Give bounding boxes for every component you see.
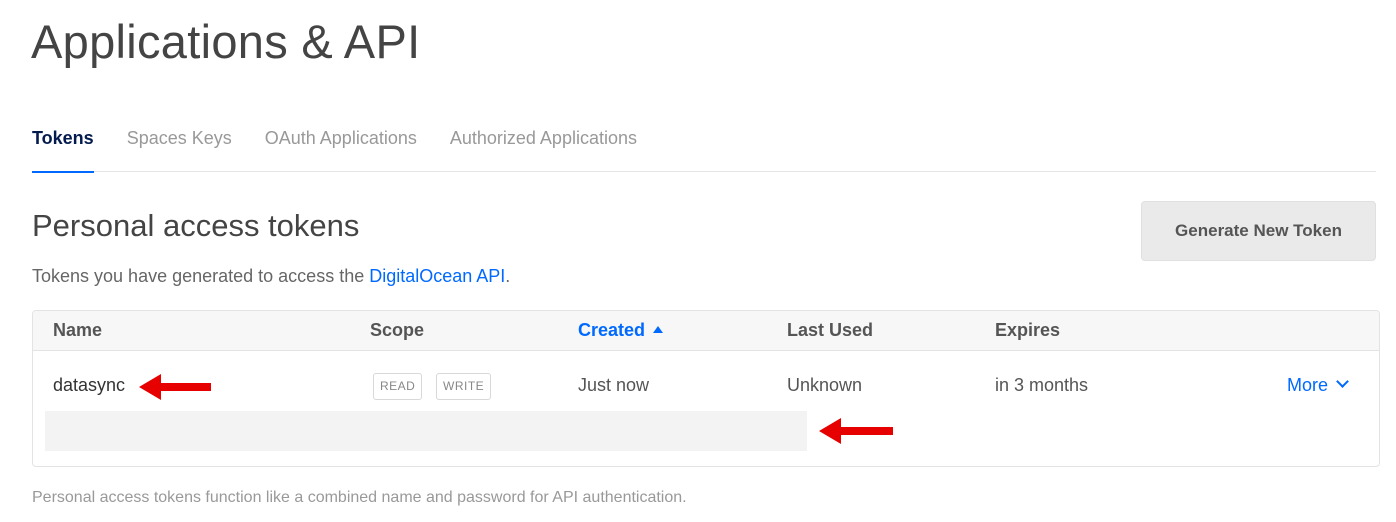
table-header: Name Scope Created Last Used Expires — [33, 311, 1379, 351]
tab-tokens[interactable]: Tokens — [32, 120, 94, 173]
red-arrow-left-icon — [139, 374, 211, 400]
page-title: Applications & API — [31, 15, 421, 68]
column-header-scope: Scope — [370, 320, 425, 340]
scope-badge-write: WRITE — [436, 373, 492, 400]
column-header-last-used: Last Used — [787, 320, 874, 340]
red-arrow-left-icon — [819, 418, 893, 444]
column-header-created-label: Created — [578, 320, 646, 340]
chevron-down-icon — [1336, 375, 1349, 388]
more-actions-button[interactable]: More — [1287, 373, 1349, 397]
section-title: Personal access tokens — [32, 208, 360, 243]
more-label: More — [1287, 375, 1329, 395]
scope-badge-read: READ — [373, 373, 423, 400]
subtitle-period: . — [505, 266, 511, 286]
tab-authorized-applications[interactable]: Authorized Applications — [450, 120, 637, 172]
page: Applications & API Tokens Spaces Keys OA… — [0, 0, 1396, 522]
generate-new-token-button[interactable]: Generate New Token — [1141, 201, 1376, 261]
column-header-created[interactable]: Created — [578, 311, 664, 349]
token-created: Just now — [578, 375, 650, 395]
token-expires: in 3 months — [995, 375, 1089, 395]
subtitle-text: Tokens you have generated to access the — [32, 266, 370, 286]
section-subtitle: Tokens you have generated to access the … — [32, 264, 510, 288]
column-header-name: Name — [53, 320, 103, 340]
column-header-expires: Expires — [995, 320, 1061, 340]
footnote: Personal access tokens function like a c… — [32, 489, 687, 506]
tab-bar: Tokens Spaces Keys OAuth Applications Au… — [32, 120, 1376, 173]
token-name: datasync — [53, 375, 126, 395]
tab-oauth-applications[interactable]: OAuth Applications — [265, 120, 417, 172]
token-value-field[interactable] — [45, 411, 807, 451]
caret-up-icon — [653, 326, 664, 333]
token-last-used: Unknown — [787, 375, 863, 395]
digitalocean-api-link[interactable]: DigitalOcean API — [369, 266, 505, 286]
tokens-table: Name Scope Created Last Used Expires dat… — [32, 310, 1380, 467]
tab-spaces-keys[interactable]: Spaces Keys — [127, 120, 232, 172]
